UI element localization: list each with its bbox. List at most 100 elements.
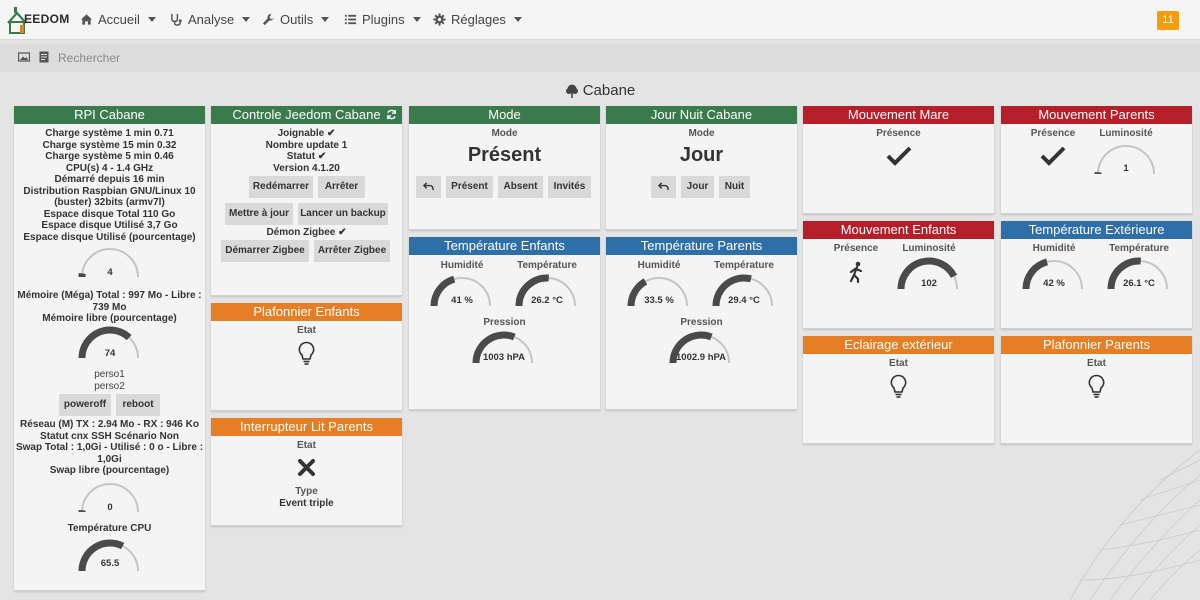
widget-title: Mouvement Mare: [803, 106, 994, 124]
info-line: Réseau (M) TX : 2.94 Mo - RX : 946 Ko: [20, 419, 199, 430]
mettre-a-jour-button[interactable]: Mettre à jour: [225, 203, 293, 225]
close-icon[interactable]: [297, 458, 316, 477]
info-line: Swap Total : 1,0Gi - Utilisé : 0 o - Lib…: [15, 442, 204, 453]
controle-status: Joignable ✔ Nombre update 1 Statut ✔ Ver…: [211, 128, 402, 174]
notification-badge[interactable]: 11: [1157, 11, 1179, 30]
chevron-down-icon: [147, 17, 156, 22]
chevron-down-icon: [412, 17, 421, 22]
chevron-down-icon: [321, 17, 330, 22]
arreter-zigbee-button[interactable]: Arrêter Zigbee: [314, 240, 390, 262]
nav-accueil[interactable]: Accueil: [80, 12, 156, 27]
gauge-cpu-temp-value: 65.5: [100, 558, 120, 569]
lightbulb-icon[interactable]: [298, 341, 315, 367]
widget-title: Température Enfants: [409, 237, 600, 255]
document-icon[interactable]: [38, 51, 50, 63]
list-icon: [344, 14, 357, 25]
humidite-value: 41 %: [451, 295, 473, 306]
info-line: Espace disque Utilisé 3,7 Go: [41, 220, 178, 231]
nuit-button[interactable]: Nuit: [719, 176, 750, 198]
present-button[interactable]: Présent: [446, 176, 493, 198]
temperature-value: 26.1 °C: [1123, 278, 1155, 289]
info-line: Mémoire (Méga) Total : 997 Mo - Libre :: [17, 290, 202, 301]
info-line: CPU(s) 4 - 1.4 GHz: [65, 162, 154, 174]
undo-button[interactable]: [416, 176, 441, 198]
lightbulb-icon[interactable]: [1088, 374, 1105, 400]
lightbulb-icon[interactable]: [890, 374, 907, 400]
info-line: (buster) 32bits (armv7l): [54, 197, 165, 208]
tree-icon: [565, 84, 578, 98]
presence-label: Présence: [833, 243, 879, 254]
mode-value: Présent: [467, 144, 542, 166]
info-line: Statut cnx SSH Scénario Non: [40, 430, 179, 442]
jour-button[interactable]: Jour: [681, 176, 714, 198]
widget-title: Mouvement Parents: [1001, 106, 1192, 124]
info-line: Espace disque Utilisé (pourcentage): [23, 231, 196, 243]
humidite-value: 42 %: [1043, 278, 1065, 289]
pression-value: 1003 hPA: [482, 352, 526, 363]
nav-outils[interactable]: Outils: [262, 12, 330, 27]
temperature-label: Température: [1109, 243, 1169, 254]
undo-icon: [422, 182, 434, 191]
cpu-temp-label: Température CPU: [67, 523, 152, 534]
etat-label[interactable]: Etat: [211, 325, 402, 336]
widget-mouvement-parents: Mouvement Parents Présence Luminosité 1: [1001, 106, 1192, 214]
widget-temperature-exterieure: Température Extérieure Humidité 42 % Tem…: [1001, 221, 1192, 329]
reboot-button[interactable]: reboot: [116, 394, 160, 416]
redemarrer-button[interactable]: Redémarrer: [249, 176, 313, 198]
info-line: Distribution Raspbian GNU/Linux 10: [23, 185, 196, 197]
walking-person-icon: [849, 261, 863, 283]
chevron-down-icon: [513, 17, 522, 22]
nombre-update: Nombre update 1: [265, 139, 348, 151]
refresh-icon[interactable]: [386, 109, 397, 120]
temperature-value: 26.2 °C: [531, 295, 563, 306]
presence-label: Présence: [1030, 128, 1076, 139]
room-title-text: Cabane: [582, 82, 636, 99]
check-icon: ✔: [317, 151, 327, 162]
info-line: 1,0Gi: [97, 453, 122, 465]
navbar: EEDOM Accueil Analyse Outils Plugins Rég…: [0, 0, 1200, 40]
nav-analyse[interactable]: Analyse: [170, 12, 251, 27]
room-title: Cabane: [0, 82, 1200, 99]
widget-title: Plafonnier Enfants: [211, 303, 402, 321]
nav-reglages[interactable]: Réglages: [433, 12, 522, 27]
absent-button[interactable]: Absent: [498, 176, 543, 198]
search-input[interactable]: [58, 48, 358, 68]
humidite-label: Humidité: [637, 260, 681, 271]
presence-label: Présence: [876, 128, 921, 139]
gear-icon: [433, 13, 446, 26]
stethoscope-icon: [171, 13, 182, 26]
pression-value: 1002.9 hPA: [676, 352, 726, 363]
gauge-disk-value: 4: [107, 267, 113, 278]
arreter-button[interactable]: Arrêter: [318, 176, 365, 198]
poweroff-button[interactable]: poweroff: [59, 394, 111, 416]
info-line: Swap libre (pourcentage): [49, 465, 170, 476]
version: Version 4.1.20: [273, 162, 340, 174]
statut-row: Statut ✔: [211, 151, 402, 163]
lancer-backup-button[interactable]: Lancer un backup: [298, 203, 388, 225]
widget-header: Controle Jeedom Cabane: [211, 106, 402, 124]
info-line: Démarré depuis 16 min: [54, 174, 165, 185]
nav-plugins[interactable]: Plugins: [344, 12, 421, 27]
undo-button[interactable]: [651, 176, 676, 198]
info-line: perso1: [94, 369, 125, 380]
demarrer-zigbee-button[interactable]: Démarrer Zigbee: [221, 240, 309, 262]
widget-rpi-cabane: RPI Cabane Charge système 1 min 0.71 Cha…: [14, 106, 205, 591]
rpi-info-block: Charge système 1 min 0.71 Charge système…: [14, 128, 205, 243]
rpi-perso-block: perso1 perso2: [14, 369, 205, 392]
pression-label: Pression: [483, 317, 526, 328]
luminosite-label: Luminosité: [1099, 128, 1153, 139]
widget-title: Température Parents: [606, 237, 797, 255]
nav-reglages-label: Réglages: [451, 12, 506, 27]
temperature-label: Température: [517, 260, 577, 271]
etat-label: Etat: [1087, 358, 1106, 369]
widget-title: Interrupteur Lit Parents: [211, 418, 402, 436]
widget-temperature-parents: Température Parents Humidité 33.5 % Temp…: [606, 237, 797, 410]
wrench-icon: [262, 13, 275, 26]
invites-button[interactable]: Invités: [548, 176, 591, 198]
widget-mouvement-enfants: Mouvement Enfants Présence Luminosité 10…: [803, 221, 994, 329]
image-icon[interactable]: [18, 51, 30, 63]
humidite-label: Humidité: [440, 260, 484, 271]
luminosite-value: 102: [921, 278, 937, 289]
nav-outils-label: Outils: [280, 12, 314, 27]
widget-title: Jour Nuit Cabane: [606, 106, 797, 124]
